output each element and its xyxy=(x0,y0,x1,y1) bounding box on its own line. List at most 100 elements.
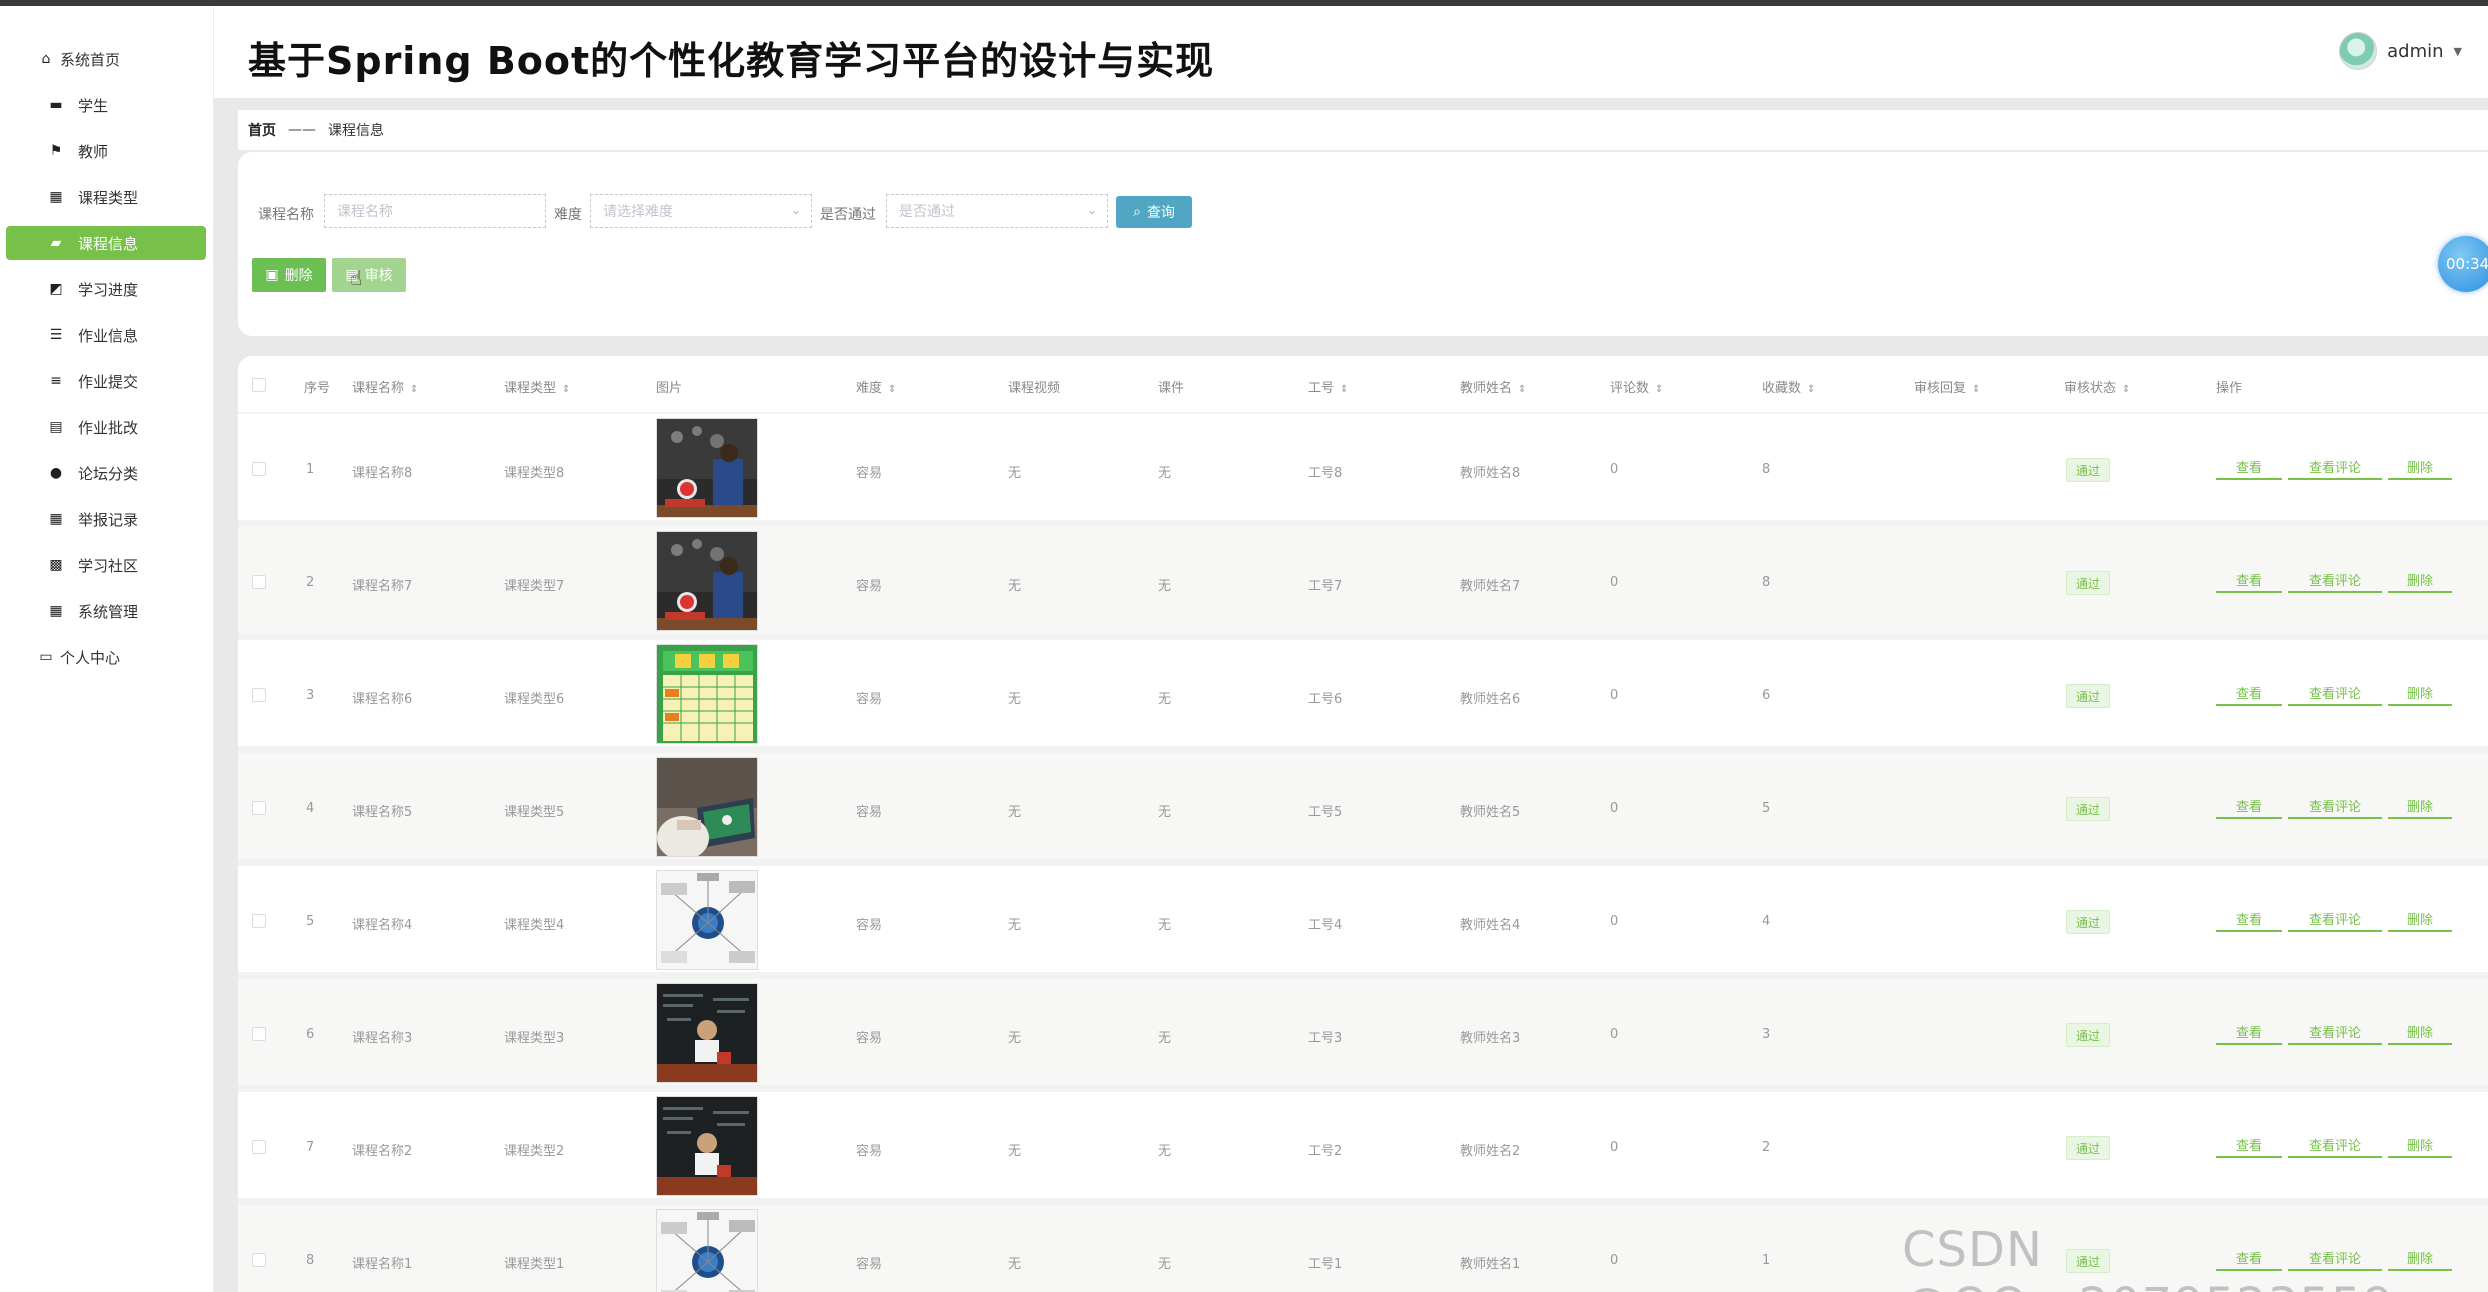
view-button[interactable]: 查看 xyxy=(2216,680,2282,706)
sort-icon[interactable]: ⇕ xyxy=(562,384,570,395)
view-comments-button[interactable]: 查看评论 xyxy=(2288,793,2382,819)
view-button[interactable]: 查看 xyxy=(2216,793,2282,819)
course-thumbnail[interactable] xyxy=(656,757,758,857)
delete-row-button[interactable]: 删除 xyxy=(2388,567,2452,593)
table-row[interactable]: 7 课程名称2 课程类型2 容易 无 无 工号2 教师姓名2 0 2 通过 查看 查看评论 删除 xyxy=(238,1092,2488,1198)
column-header[interactable]: 审核状态 ⇕ xyxy=(2064,377,2130,396)
view-comments-button[interactable]: 查看评论 xyxy=(2288,906,2382,932)
sidebar-item-10[interactable]: ▦ 举报记录 xyxy=(6,502,206,536)
status-badge: 通过 xyxy=(2066,910,2110,934)
row-checkbox[interactable] xyxy=(252,1253,266,1267)
table-row[interactable]: 6 课程名称3 课程类型3 容易 无 无 工号3 教师姓名3 0 3 通过 查看 查看评论 删除 xyxy=(238,979,2488,1085)
avatar[interactable] xyxy=(2339,32,2378,70)
sort-icon[interactable]: ⇕ xyxy=(1655,384,1663,395)
view-comments-button[interactable]: 查看评论 xyxy=(2288,1132,2382,1158)
column-header[interactable]: 课程类型 ⇕ xyxy=(504,377,570,396)
sort-icon[interactable]: ⇕ xyxy=(410,384,418,395)
delete-row-button[interactable]: 删除 xyxy=(2388,793,2452,819)
sort-icon[interactable]: ⇕ xyxy=(1518,384,1526,395)
sort-icon[interactable]: ⇕ xyxy=(888,384,896,395)
table-row[interactable]: 5 课程名称4 课程类型4 容易 无 无 工号4 教师姓名4 0 4 通过 查看 查看评论 删除 xyxy=(238,866,2488,972)
course-thumbnail[interactable] xyxy=(656,531,758,631)
sidebar-item-label: 学习进度 xyxy=(78,280,139,299)
view-comments-button[interactable]: 查看评论 xyxy=(2288,1019,2382,1045)
cell-video: 无 xyxy=(1008,1031,1022,1046)
course-name-input[interactable]: 课程名称 xyxy=(324,194,546,228)
user-menu[interactable]: admin ▼ xyxy=(2339,32,2462,70)
sidebar-item-0[interactable]: ⌂ 系统首页 xyxy=(6,42,206,76)
view-button[interactable]: 查看 xyxy=(2216,1132,2282,1158)
sidebar-item-8[interactable]: ▤ 作业批改 xyxy=(6,410,206,444)
cell-index: 8 xyxy=(306,1253,315,1268)
cell-teacher: 教师姓名6 xyxy=(1460,692,1521,707)
passed-select[interactable]: 是否通过 ⌄ xyxy=(886,194,1108,228)
row-checkbox[interactable] xyxy=(252,462,266,476)
select-all-checkbox[interactable] xyxy=(252,378,266,392)
column-header[interactable]: 审核回复 ⇕ xyxy=(1914,377,1980,396)
row-checkbox[interactable] xyxy=(252,575,266,589)
course-thumbnail[interactable] xyxy=(656,1096,758,1196)
sidebar-item-3[interactable]: ▦ 课程类型 xyxy=(6,180,206,214)
delete-row-button[interactable]: 删除 xyxy=(2388,454,2452,480)
delete-row-button[interactable]: 删除 xyxy=(2388,1019,2452,1045)
column-header[interactable]: 课程名称 ⇕ xyxy=(352,377,418,396)
sidebar-item-9[interactable]: ● 论坛分类 xyxy=(6,456,206,490)
column-header[interactable]: 收藏数 ⇕ xyxy=(1762,377,1815,396)
cell-course-type: 课程类型8 xyxy=(504,466,565,481)
user-name[interactable]: admin xyxy=(2387,41,2443,62)
delete-row-button[interactable]: 删除 xyxy=(2388,1132,2452,1158)
view-button[interactable]: 查看 xyxy=(2216,906,2282,932)
difficulty-select[interactable]: 请选择难度 ⌄ xyxy=(590,194,812,228)
cell-index: 1 xyxy=(306,462,315,477)
course-thumbnail[interactable] xyxy=(656,870,758,970)
audit-button[interactable]: ▤ 审核 xyxy=(332,258,406,292)
sidebar-item-11[interactable]: ▩ 学习社区 xyxy=(6,548,206,582)
status-badge: 通过 xyxy=(2066,571,2110,595)
sidebar-item-2[interactable]: ⚑ 教师 xyxy=(6,134,206,168)
status-badge: 通过 xyxy=(2066,684,2110,708)
column-header[interactable]: 难度 ⇕ xyxy=(856,377,896,396)
sort-icon[interactable]: ⇕ xyxy=(1807,384,1815,395)
view-button[interactable]: 查看 xyxy=(2216,567,2282,593)
view-comments-button[interactable]: 查看评论 xyxy=(2288,680,2382,706)
row-checkbox[interactable] xyxy=(252,1140,266,1154)
table-row[interactable]: 1 课程名称8 课程类型8 容易 无 无 工号8 教师姓名8 0 8 通过 查看 查看评论 删除 xyxy=(238,414,2488,520)
column-header[interactable]: 教师姓名 ⇕ xyxy=(1460,377,1526,396)
cell-courseware: 无 xyxy=(1158,1031,1172,1046)
course-thumbnail[interactable] xyxy=(656,1209,758,1292)
course-thumbnail[interactable] xyxy=(656,418,758,518)
sidebar-item-12[interactable]: ▦ 系统管理 xyxy=(6,594,206,628)
sidebar-item-5[interactable]: ◩ 学习进度 xyxy=(6,272,206,306)
course-thumbnail[interactable] xyxy=(656,644,758,744)
table-row[interactable]: 3 课程名称6 课程类型6 容易 无 无 工号6 教师姓名6 0 6 通过 查看 查看评论 删除 xyxy=(238,640,2488,746)
view-comments-button[interactable]: 查看评论 xyxy=(2288,454,2382,480)
timer-badge[interactable]: 00:34 xyxy=(2438,236,2488,292)
caret-down-icon[interactable]: ▼ xyxy=(2454,45,2462,58)
view-button[interactable]: 查看 xyxy=(2216,454,2282,480)
delete-button[interactable]: ▣ 删除 xyxy=(252,258,326,292)
course-thumbnail[interactable] xyxy=(656,983,758,1083)
row-checkbox[interactable] xyxy=(252,688,266,702)
sort-icon[interactable]: ⇕ xyxy=(1972,384,1980,395)
cell-favorites: 4 xyxy=(1762,914,1771,929)
sidebar-item-1[interactable]: ▬ 学生 xyxy=(6,88,206,122)
view-comments-button[interactable]: 查看评论 xyxy=(2288,567,2382,593)
row-checkbox[interactable] xyxy=(252,914,266,928)
sidebar-item-4[interactable]: ▰ 课程信息 xyxy=(6,226,206,260)
delete-row-button[interactable]: 删除 xyxy=(2388,680,2452,706)
delete-row-button[interactable]: 删除 xyxy=(2388,906,2452,932)
table-row[interactable]: 4 课程名称5 课程类型5 容易 无 无 工号5 教师姓名5 0 5 通过 查看 查看评论 删除 xyxy=(238,753,2488,859)
sidebar-item-13[interactable]: ▭ 个人中心 xyxy=(6,640,206,674)
sort-icon[interactable]: ⇕ xyxy=(2122,384,2130,395)
column-header[interactable]: 评论数 ⇕ xyxy=(1610,377,1663,396)
sidebar-item-7[interactable]: ≡ 作业提交 xyxy=(6,364,206,398)
view-button[interactable]: 查看 xyxy=(2216,1019,2282,1045)
breadcrumb-home[interactable]: 首页 xyxy=(248,120,276,140)
table-row[interactable]: 2 课程名称7 课程类型7 容易 无 无 工号7 教师姓名7 0 8 通过 查看 查看评论 删除 xyxy=(238,527,2488,633)
sidebar-item-6[interactable]: ☰ 作业信息 xyxy=(6,318,206,352)
row-checkbox[interactable] xyxy=(252,1027,266,1041)
row-checkbox[interactable] xyxy=(252,801,266,815)
sort-icon[interactable]: ⇕ xyxy=(1340,384,1348,395)
column-header[interactable]: 工号 ⇕ xyxy=(1308,377,1348,396)
query-button[interactable]: ⌕ 查询 xyxy=(1116,196,1192,228)
